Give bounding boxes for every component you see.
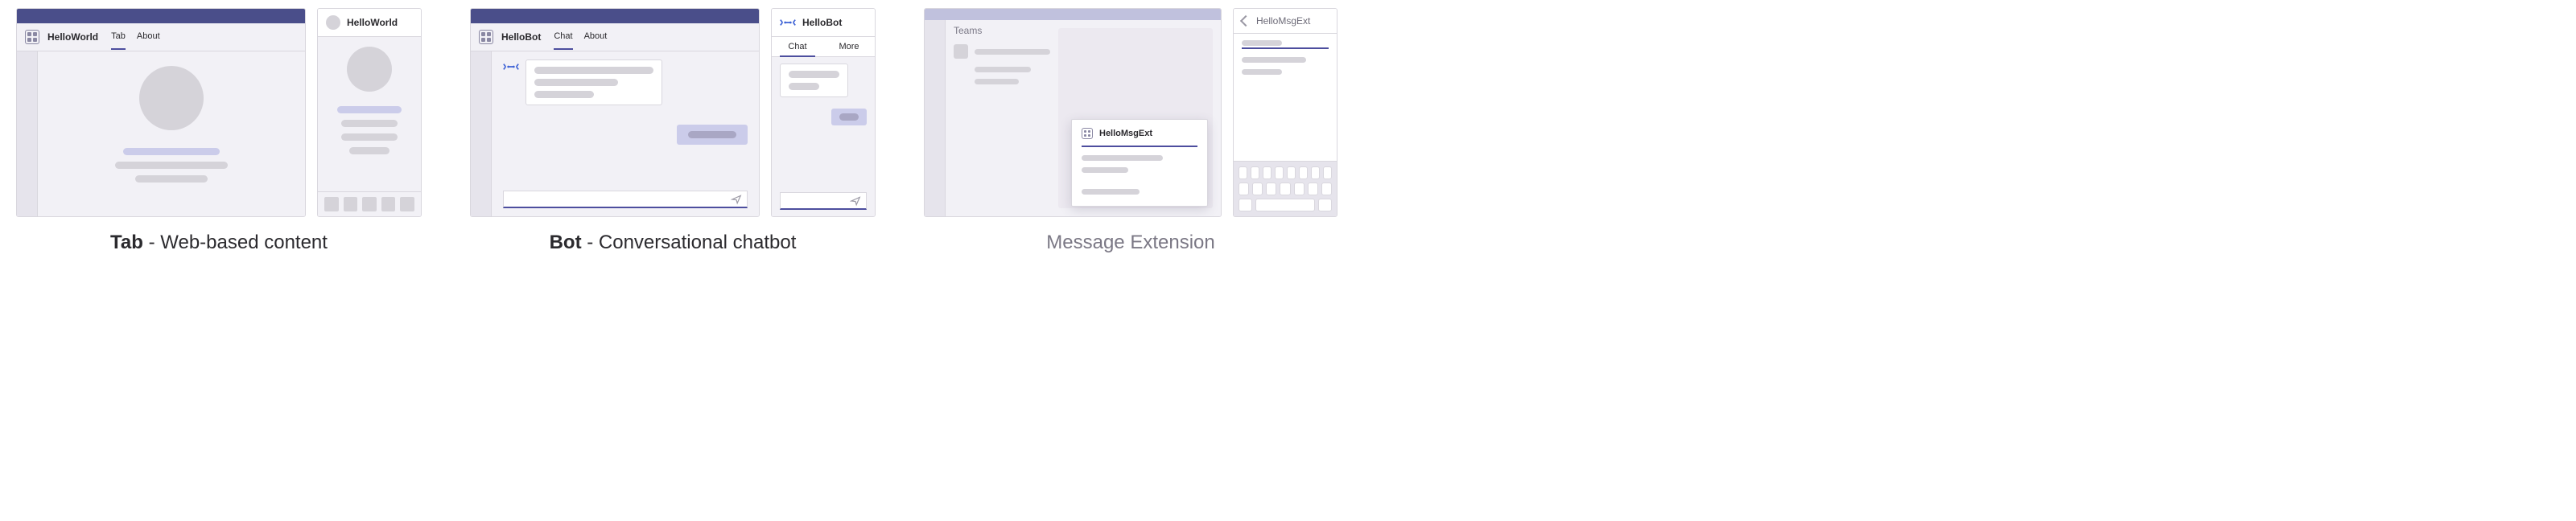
mobile-header: HelloMsgExt [1234, 9, 1337, 34]
window-titlebar [17, 9, 305, 23]
window-header: HelloWorld Tab About [17, 23, 305, 51]
caption-tab: Tab - Web-based content [110, 232, 328, 254]
mobile-tabs: Chat More [772, 37, 875, 57]
skeleton-line [349, 147, 389, 154]
skeleton-line [341, 133, 398, 141]
app-icon [1082, 128, 1093, 139]
mobile-title: HelloBot [802, 17, 842, 28]
mobile-header: HelloWorld [318, 9, 421, 37]
teams-title: Teams [954, 25, 1050, 36]
bot-desktop-window: HelloBot Chat About [470, 8, 760, 217]
app-title: HelloBot [501, 31, 541, 43]
skeleton-line [341, 120, 398, 127]
tab-mobile-content [318, 37, 421, 191]
teams-sidebar: Teams [954, 25, 1050, 84]
team-avatar-icon [954, 44, 968, 59]
skeleton-line [1242, 69, 1282, 75]
avatar-placeholder [139, 66, 204, 130]
msgext-content: Teams HelloMsgExt [946, 20, 1221, 216]
tab-mobile-window: HelloWorld [317, 8, 422, 217]
on-screen-keyboard[interactable] [1234, 161, 1337, 216]
mobile-bottom-nav[interactable] [318, 191, 421, 216]
skeleton-line [1082, 155, 1163, 161]
back-icon[interactable] [1240, 15, 1251, 27]
skeleton-line [975, 79, 1019, 84]
avatar-placeholder [347, 47, 392, 92]
send-icon[interactable] [850, 195, 861, 207]
search-underline [1242, 47, 1329, 49]
group-tab: HelloWorld Tab About [16, 8, 422, 254]
left-rail[interactable] [471, 51, 492, 216]
skeleton-line [123, 148, 220, 155]
app-icon [479, 30, 493, 44]
skeleton-line [115, 162, 228, 169]
message-composer[interactable] [780, 192, 867, 210]
msgext-mobile-window: HelloMsgExt [1233, 8, 1337, 217]
mtab-chat[interactable]: Chat [772, 37, 823, 56]
msgext-desktop-window: Teams HelloMsgExt [924, 8, 1222, 217]
popup-divider [1082, 146, 1197, 147]
app-icon [25, 30, 39, 44]
caption-msgext: Message Extension [1046, 232, 1214, 254]
skeleton-line [135, 175, 208, 183]
skeleton-line [975, 67, 1031, 72]
bot-icon [780, 15, 796, 30]
avatar-icon [326, 15, 340, 30]
bot-message [526, 59, 662, 105]
tab-about[interactable]: About [137, 31, 160, 43]
tab-desktop-window: HelloWorld Tab About [16, 8, 306, 217]
window-header: HelloBot Chat About [471, 23, 759, 51]
skeleton-line [1082, 189, 1140, 195]
mtab-more[interactable]: More [823, 37, 875, 56]
bot-message [780, 64, 848, 97]
skeleton-line [1242, 40, 1282, 46]
user-message [831, 109, 867, 125]
popup-title: HelloMsgExt [1099, 129, 1152, 138]
msgext-mobile-content [1234, 34, 1337, 161]
team-item[interactable] [954, 44, 1050, 59]
tab-tab[interactable]: Tab [111, 31, 126, 43]
bot-icon [503, 59, 519, 74]
skeleton-line [1082, 167, 1128, 173]
window-titlebar [471, 9, 759, 23]
tab-chat[interactable]: Chat [554, 31, 572, 43]
skeleton-line [1242, 57, 1306, 63]
user-message [677, 125, 748, 145]
bot-mobile-window: HelloBot Chat More [771, 8, 876, 217]
skeleton-line [337, 106, 402, 113]
mobile-header: HelloBot [772, 9, 875, 37]
caption-bot: Bot - Conversational chatbot [550, 232, 797, 254]
tab-content [38, 51, 305, 216]
chat-mobile-content [772, 57, 875, 216]
group-msgext: Teams HelloMsgExt [924, 8, 1337, 254]
skeleton-line [975, 49, 1050, 55]
window-titlebar [925, 9, 1221, 20]
app-title: HelloWorld [47, 31, 98, 43]
left-rail[interactable] [17, 51, 38, 216]
mobile-title: HelloWorld [347, 17, 398, 28]
msgext-popup: HelloMsgExt [1071, 119, 1208, 207]
group-bot: HelloBot Chat About [470, 8, 876, 254]
mobile-title: HelloMsgExt [1256, 15, 1310, 27]
message-composer[interactable] [503, 191, 748, 208]
chat-content [492, 51, 759, 216]
left-rail[interactable] [925, 20, 946, 216]
tab-about[interactable]: About [584, 31, 608, 43]
send-icon[interactable] [731, 194, 742, 205]
